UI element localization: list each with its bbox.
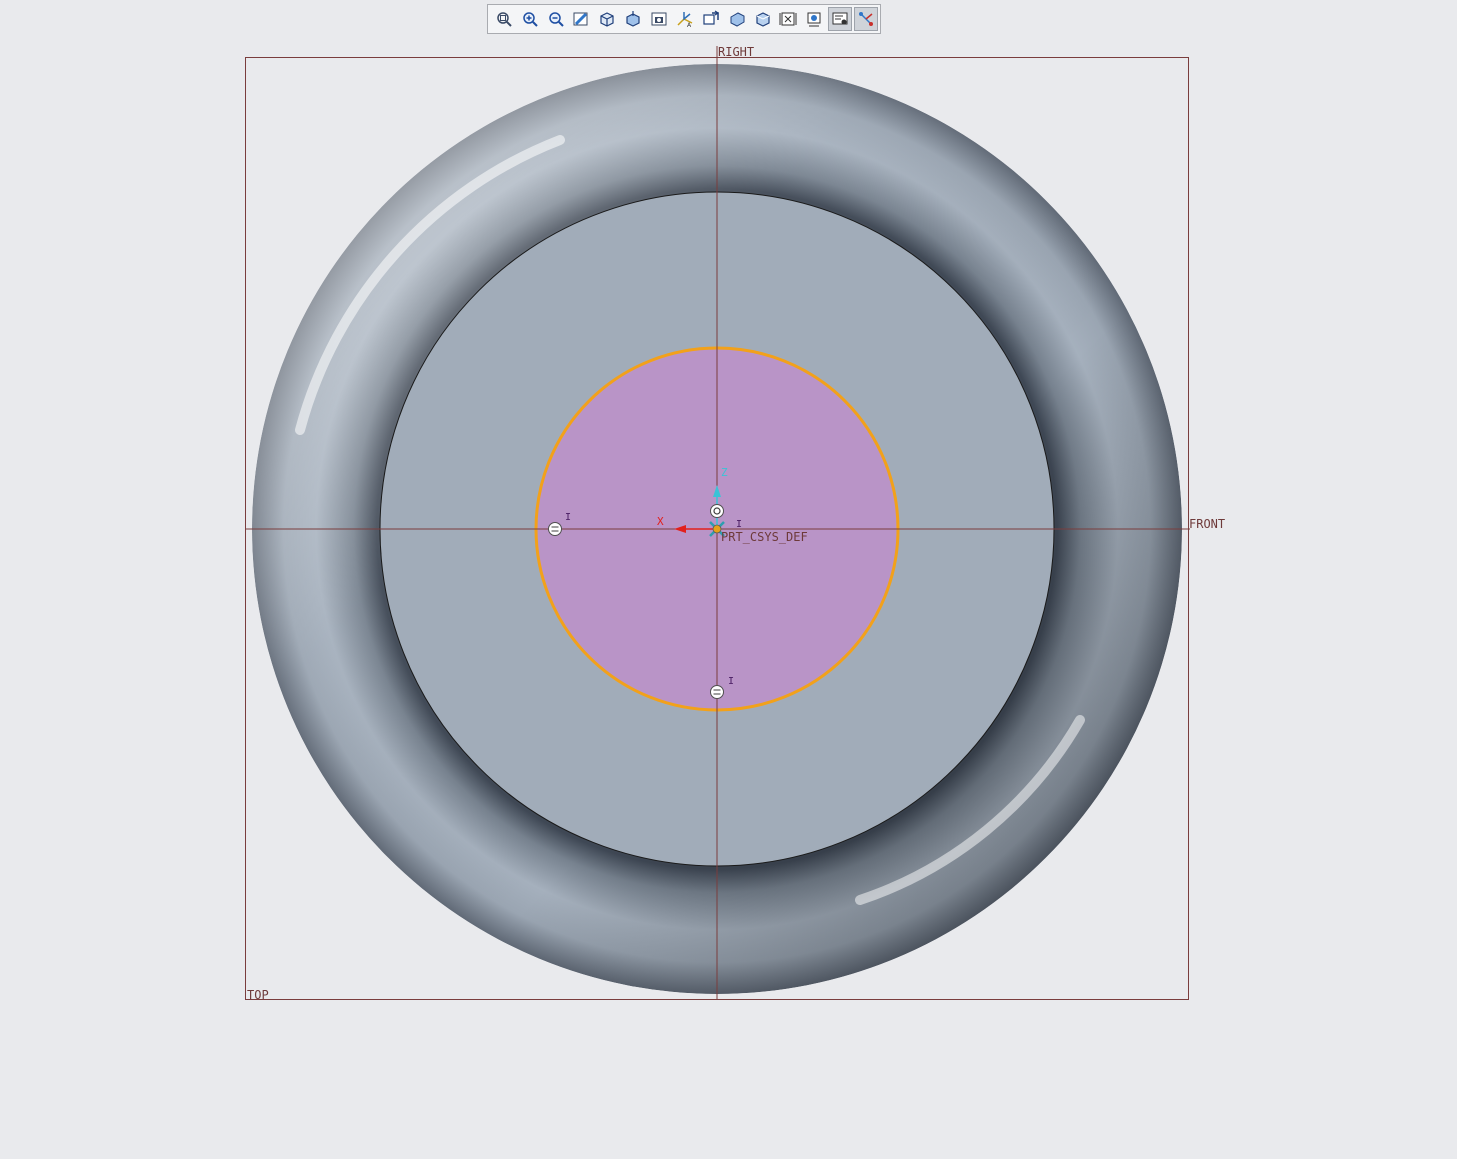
equal-constraint-bottom-icon bbox=[710, 685, 724, 699]
constraint-mark-left: I bbox=[565, 512, 571, 523]
center-point-constraint-icon bbox=[710, 504, 724, 518]
right-plane-label[interactable]: RIGHT bbox=[718, 45, 754, 59]
constraint-mark-bottom: I bbox=[728, 676, 734, 687]
z-axis-label: Z bbox=[721, 466, 728, 479]
csys-name-label: PRT_CSYS_DEF bbox=[721, 530, 808, 544]
top-plane-label[interactable]: TOP bbox=[247, 988, 269, 1002]
front-plane-label[interactable]: FRONT bbox=[1189, 517, 1225, 531]
graphics-window[interactable]: A RIGHT FRONT TOP X Z PRT_CSYS_DEF I I I bbox=[0, 0, 1457, 1159]
x-axis-label: X bbox=[657, 515, 664, 528]
constraint-mark-center: I bbox=[736, 519, 742, 530]
equal-constraint-left-icon bbox=[548, 522, 562, 536]
model-canvas[interactable]: RIGHT FRONT TOP X Z PRT_CSYS_DEF I I I bbox=[0, 0, 1457, 1159]
